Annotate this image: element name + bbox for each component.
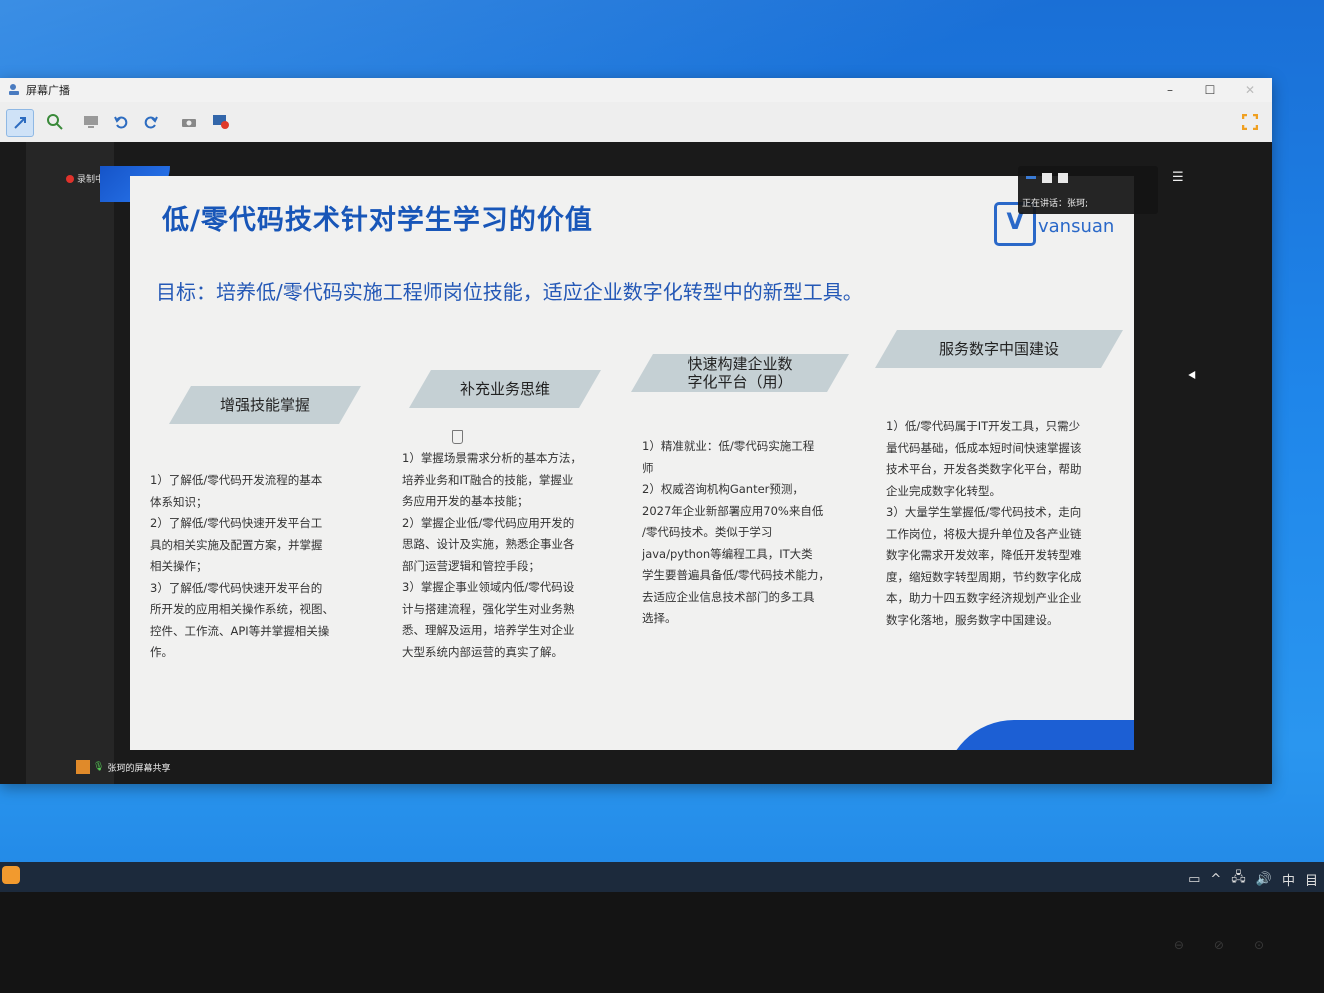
slide-goal: 目标：培养低/零代码实施工程师岗位技能，适应企业数字化转型中的新型工具。 [156, 280, 863, 304]
record-dot-icon [66, 174, 74, 183]
viewport-side-panel [26, 142, 114, 784]
window-mode-icon[interactable] [1042, 173, 1052, 183]
column-platform-text: 1）精准就业：低/零代码实施工程 师 2）权威咨询机构Ganter预测， 202… [642, 439, 830, 625]
float-panel-bar [1018, 166, 1158, 190]
banner-digital-china-label: 服务数字中国建设 [938, 340, 1059, 358]
record-icon[interactable] [208, 109, 234, 135]
keyboard-icon[interactable]: ▭ [1188, 872, 1200, 887]
monitor-bezel: ⊖⊘⊙ [0, 892, 1324, 993]
pointer-icon[interactable] [6, 109, 34, 137]
app-icon [9, 84, 19, 95]
close-button[interactable]: ✕ [1230, 80, 1270, 100]
banner-skills: 增强技能掌握 [169, 386, 361, 424]
start-app-icon[interactable] [2, 866, 20, 884]
banner-business-label: 补充业务思维 [459, 380, 550, 398]
list-mode-icon[interactable] [1058, 173, 1068, 183]
slide-heading: 低/零代码技术针对学生学习的价值 [162, 205, 593, 236]
minimize-button[interactable]: – [1150, 80, 1190, 100]
column-skills-text: 1）了解低/零代码开发流程的基本 体系知识； 2）了解低/零代码快速开发平台工 … [150, 473, 334, 659]
minimize-float-icon[interactable] [1026, 176, 1036, 179]
title-bar[interactable]: 屏幕广播 – ☐ ✕ [0, 78, 1272, 102]
system-tray: ▭ ^ 🖧 🔊 中 目 [1188, 868, 1318, 890]
banner-platform: 快速构建企业数 字化平台（用） [631, 354, 849, 392]
share-label: 张珂的屏幕共享 [107, 763, 171, 774]
column-digital-china-text: 1）低/零代码属于IT开发工具，只需少 量代码基础，低成本短时间快速掌握该 技术… [886, 419, 1082, 627]
menu-icon[interactable]: ☰ [1172, 171, 1186, 186]
camera-icon[interactable] [176, 109, 202, 135]
banner-digital-china: 服务数字中国建设 [875, 330, 1123, 368]
maximize-button[interactable]: ☐ [1190, 80, 1230, 100]
banner-business: 补充业务思维 [409, 370, 601, 408]
presentation-slide: 低/零代码技术针对学生学习的价值 V vansuan 目标：培养低/零代码实施工… [130, 176, 1134, 750]
slide-cursor-icon [452, 430, 463, 444]
fullscreen-icon[interactable] [1242, 114, 1258, 130]
taskbar: ▭ ^ 🖧 🔊 中 目 [0, 862, 1324, 892]
input-method-indicator[interactable]: 中 [1282, 870, 1295, 889]
screen-icon[interactable] [78, 109, 104, 135]
toolbar [0, 102, 1272, 143]
recording-indicator: 录制中 [66, 172, 104, 185]
bezel-button-icons: ⊖⊘⊙ [1173, 938, 1294, 952]
window-title: 屏幕广播 [26, 84, 70, 97]
network-icon[interactable]: 🖧 [1231, 868, 1246, 890]
screen-share-status: 🎙 张珂的屏幕共享 [76, 760, 170, 774]
volume-icon[interactable]: 🔊 [1256, 872, 1272, 887]
zoom-icon[interactable] [42, 109, 68, 135]
banner-skills-label: 增强技能掌握 [219, 396, 310, 414]
logo-text: vansuan [1038, 216, 1115, 237]
slide-corner-decoration [944, 720, 1134, 750]
undo-icon[interactable] [108, 109, 134, 135]
video-float-panel[interactable]: 正在讲话：张珂; [1018, 166, 1158, 214]
redo-icon[interactable] [138, 109, 164, 135]
banner-platform-label: 快速构建企业数 字化平台（用） [687, 355, 793, 391]
mic-icon: 🎙 [93, 762, 105, 772]
speaking-indicator: 正在讲话：张珂; [1022, 199, 1089, 209]
tray-expand-icon[interactable]: ^ [1210, 872, 1221, 887]
column-business-text: 1）掌握场景需求分析的基本方法， 培养业务和IT融合的技能，掌握业 务应用开发的… [402, 451, 582, 659]
user-icon [76, 760, 90, 774]
input-mode-icon[interactable]: 目 [1305, 870, 1318, 889]
